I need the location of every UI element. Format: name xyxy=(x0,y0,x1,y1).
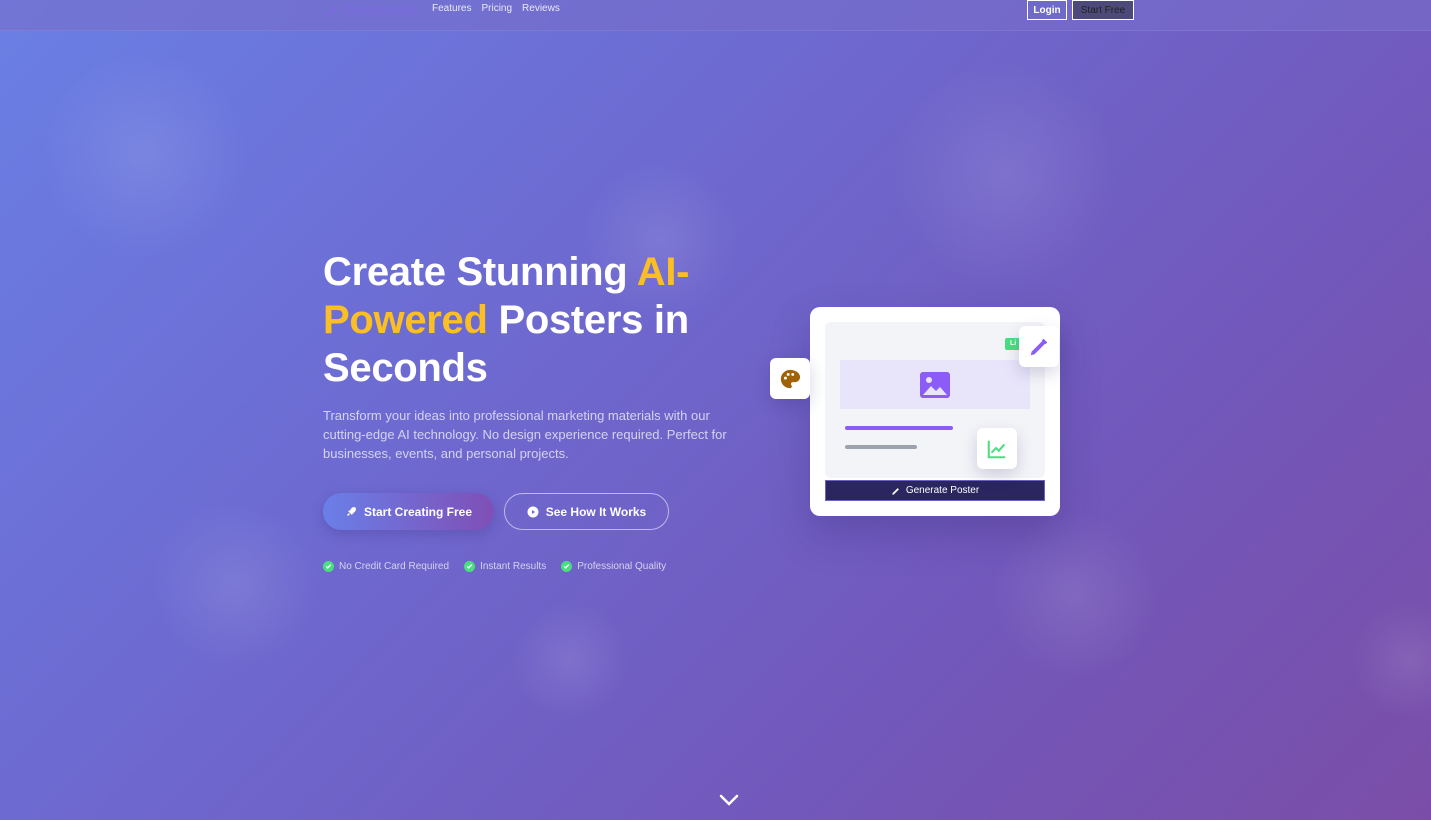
nav-link-features[interactable]: Features xyxy=(432,3,471,14)
check-circle-icon xyxy=(323,561,334,572)
pen-icon xyxy=(892,487,899,495)
feature-label: No Credit Card Required xyxy=(339,561,450,572)
feature-item: Professional Quality xyxy=(561,561,666,572)
feature-item: No Credit Card Required xyxy=(323,561,449,572)
nav-link-pricing[interactable]: Pricing xyxy=(481,3,512,14)
background-blob xyxy=(150,500,320,670)
logo[interactable]: Postercify xyxy=(324,0,418,20)
feature-label: Professional Quality xyxy=(577,561,667,572)
hero-title: Create Stunning AI-Powered Posters in Se… xyxy=(323,248,743,392)
feature-item: Instant Results xyxy=(464,561,546,572)
background-blob xyxy=(510,600,630,720)
top-navbar: Postercify Features Pricing Reviews Logi… xyxy=(0,0,1431,31)
pen-icon xyxy=(326,5,338,17)
feature-list: No Credit Card Required Instant Results … xyxy=(323,561,666,572)
logo-text: Postercify xyxy=(345,1,418,19)
chevron-down-icon[interactable] xyxy=(719,793,739,807)
float-pen xyxy=(1019,326,1059,367)
nav-link-reviews[interactable]: Reviews xyxy=(522,3,560,14)
image-icon xyxy=(920,371,950,398)
background-blob xyxy=(40,50,250,260)
background-blob xyxy=(890,60,1120,290)
float-chart xyxy=(977,428,1017,469)
check-circle-icon xyxy=(464,561,476,572)
see-how-button[interactable]: See How It Works xyxy=(504,493,669,530)
text-line-placeholder xyxy=(845,445,917,449)
login-button[interactable]: Login xyxy=(1027,0,1067,20)
image-placeholder xyxy=(840,360,1030,409)
start-creating-button[interactable]: Start Creating Free xyxy=(323,493,494,530)
chart-line-icon xyxy=(987,440,1006,458)
generate-poster-button[interactable]: Generate Poster xyxy=(825,480,1045,501)
see-how-label: See How It Works xyxy=(545,504,647,519)
generate-poster-label: Generate Poster xyxy=(905,485,980,496)
feature-label: Instant Results xyxy=(480,561,547,572)
rocket-icon xyxy=(346,506,356,516)
text-line-placeholder xyxy=(845,426,953,430)
start-creating-label: Start Creating Free xyxy=(363,504,473,519)
background-blob xyxy=(990,510,1160,680)
palette-icon xyxy=(780,369,801,388)
start-free-button[interactable]: Start Free xyxy=(1072,0,1134,20)
nav-links: Features Pricing Reviews xyxy=(432,3,560,14)
hero-subtitle: Transform your ideas into professional m… xyxy=(323,408,727,461)
pen-icon xyxy=(1030,338,1048,355)
check-circle-icon xyxy=(561,561,573,572)
background-blob xyxy=(1350,600,1431,720)
hero-title-part1: Create Stunning xyxy=(323,250,637,294)
float-palette xyxy=(770,358,810,399)
play-circle-icon xyxy=(527,506,539,517)
